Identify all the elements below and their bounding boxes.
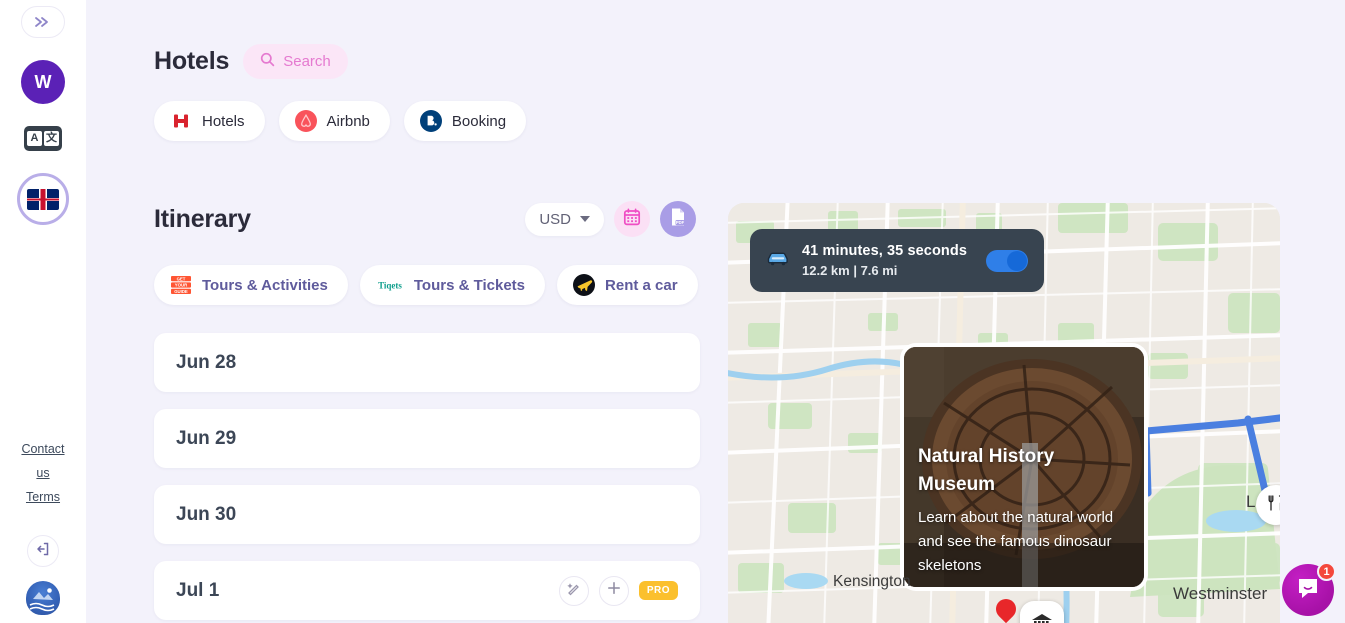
itinerary-day-list: Jun 28 Jun 29 Jun 30 Jul 1 PRO bbox=[86, 305, 728, 620]
transit-toggle[interactable] bbox=[986, 249, 1028, 272]
poi-card[interactable]: Natural History Museum Learn about the n… bbox=[904, 347, 1144, 587]
pdf-download-icon: PDF bbox=[669, 207, 687, 232]
chevrons-right-icon bbox=[33, 15, 53, 29]
plus-icon bbox=[607, 581, 621, 600]
provider-label: Booking bbox=[451, 112, 507, 130]
day-label: Jun 28 bbox=[176, 351, 237, 373]
tool-label: Tours & Tickets bbox=[413, 276, 526, 294]
hotel-provider-chips: Hotels Airbnb Booking bbox=[86, 79, 728, 141]
avatar[interactable]: W bbox=[21, 60, 65, 104]
itinerary-title: Itinerary bbox=[154, 204, 251, 233]
provider-chip-booking[interactable]: Booking bbox=[403, 101, 527, 141]
toggle-knob bbox=[1007, 250, 1027, 271]
translate-source-letter: A bbox=[27, 131, 42, 146]
add-item-button[interactable] bbox=[598, 575, 629, 606]
page-title: Hotels bbox=[154, 47, 230, 75]
brand-logo-icon[interactable] bbox=[26, 581, 60, 615]
unread-badge: 1 bbox=[1317, 562, 1336, 581]
magic-wand-icon bbox=[566, 581, 581, 601]
itinerary-tool-chips: GET YOUR GUIDE Tours & Activities Tiqets… bbox=[86, 237, 728, 305]
day-card[interactable]: Jun 30 bbox=[154, 485, 700, 544]
sidebar-links: Contact us Terms bbox=[17, 437, 69, 509]
map-label-l: L bbox=[1246, 492, 1256, 511]
currency-select[interactable]: USD bbox=[525, 202, 604, 236]
sidebar-collapse-button[interactable] bbox=[21, 6, 65, 38]
tool-chip-rent-a-car[interactable]: Rent a car bbox=[557, 265, 698, 305]
map-label-kensington: Kensington bbox=[833, 573, 911, 590]
provider-chip-airbnb[interactable]: Airbnb bbox=[278, 101, 390, 141]
contact-us-link[interactable]: Contact us bbox=[17, 437, 69, 485]
day-label: Jun 29 bbox=[176, 427, 237, 449]
magic-wand-button[interactable] bbox=[558, 575, 589, 606]
map-label-westminster: Westminster bbox=[1173, 584, 1268, 603]
pdf-download-button[interactable]: PDF bbox=[660, 201, 696, 237]
transit-texts: 41 minutes, 35 seconds 12.2 km | 7.6 mi bbox=[802, 243, 967, 278]
search-button[interactable]: Search bbox=[243, 44, 348, 79]
calendar-button[interactable] bbox=[614, 201, 650, 237]
svg-text:YOUR: YOUR bbox=[175, 283, 188, 288]
day-card[interactable]: Jul 1 PRO bbox=[154, 561, 700, 620]
itinerary-header: Itinerary USD PDF bbox=[86, 141, 728, 237]
map-panel[interactable]: 41 minutes, 35 seconds 12.2 km | 7.6 mi bbox=[728, 203, 1280, 623]
booking-com-icon bbox=[419, 110, 442, 132]
translate-target-letter: 文 bbox=[44, 131, 59, 146]
tool-label: Rent a car bbox=[605, 276, 678, 294]
svg-text:GUIDE: GUIDE bbox=[174, 289, 188, 294]
transit-summary-card: 41 minutes, 35 seconds 12.2 km | 7.6 mi bbox=[750, 229, 1044, 292]
messenger-icon bbox=[1295, 575, 1321, 606]
translate-icon[interactable]: A 文 bbox=[24, 126, 62, 151]
car-icon bbox=[766, 249, 790, 272]
provider-label: Airbnb bbox=[326, 112, 370, 130]
calendar-icon bbox=[623, 208, 641, 231]
museum-icon bbox=[1032, 614, 1052, 623]
logout-button[interactable] bbox=[27, 535, 59, 567]
getyourguide-icon: GET YOUR GUIDE bbox=[170, 274, 192, 296]
svg-text:PDF: PDF bbox=[676, 220, 685, 225]
hotels-com-icon bbox=[170, 110, 192, 132]
pro-badge[interactable]: PRO bbox=[638, 581, 678, 600]
tool-chip-tours-tickets[interactable]: Tiqets Tours & Tickets bbox=[359, 265, 546, 305]
currency-value: USD bbox=[539, 210, 571, 228]
hotels-header: Hotels Search bbox=[86, 0, 728, 79]
poi-title: Natural History Museum bbox=[918, 446, 1055, 495]
language-selector[interactable] bbox=[17, 173, 69, 225]
transit-distance: 12.2 km | 7.6 mi bbox=[802, 263, 898, 278]
day-label: Jul 1 bbox=[176, 579, 220, 601]
airbnb-icon bbox=[294, 110, 317, 132]
poi-texts: Natural History Museum Learn about the n… bbox=[918, 443, 1130, 578]
svg-text:GET: GET bbox=[177, 276, 186, 281]
restaurant-icon bbox=[1267, 494, 1280, 516]
main-content: Hotels Search Hotels Airbnb Booking Itin… bbox=[86, 0, 728, 623]
search-label: Search bbox=[283, 53, 331, 70]
transit-duration: 41 minutes, 35 seconds bbox=[802, 243, 967, 259]
day-card[interactable]: Jun 29 bbox=[154, 409, 700, 468]
uk-flag-icon bbox=[27, 188, 59, 210]
map-marker-museum[interactable] bbox=[1020, 601, 1064, 623]
day-label: Jun 30 bbox=[176, 503, 237, 525]
svg-text:Tiqets: Tiqets bbox=[378, 281, 402, 291]
chevron-down-icon bbox=[580, 216, 590, 222]
tool-label: Tours & Activities bbox=[202, 276, 328, 294]
sidebar: W A 文 Contact us Terms bbox=[0, 0, 86, 623]
itinerary-actions: USD PDF bbox=[525, 201, 728, 237]
intercom-launcher[interactable]: 1 bbox=[1282, 562, 1336, 616]
terms-link[interactable]: Terms bbox=[26, 485, 60, 509]
tool-chip-tours-activities[interactable]: GET YOUR GUIDE Tours & Activities bbox=[154, 265, 348, 305]
logout-icon bbox=[35, 541, 51, 562]
tiqets-icon: Tiqets bbox=[376, 274, 404, 296]
day-card-actions: PRO bbox=[558, 575, 678, 606]
search-icon bbox=[260, 52, 275, 71]
rent-a-car-icon bbox=[573, 274, 596, 296]
provider-label: Hotels bbox=[202, 112, 245, 130]
avatar-initial: W bbox=[34, 71, 52, 92]
poi-description: Learn about the natural world and see th… bbox=[918, 509, 1114, 575]
provider-chip-hotels[interactable]: Hotels bbox=[154, 101, 265, 141]
day-card[interactable]: Jun 28 bbox=[154, 333, 700, 392]
